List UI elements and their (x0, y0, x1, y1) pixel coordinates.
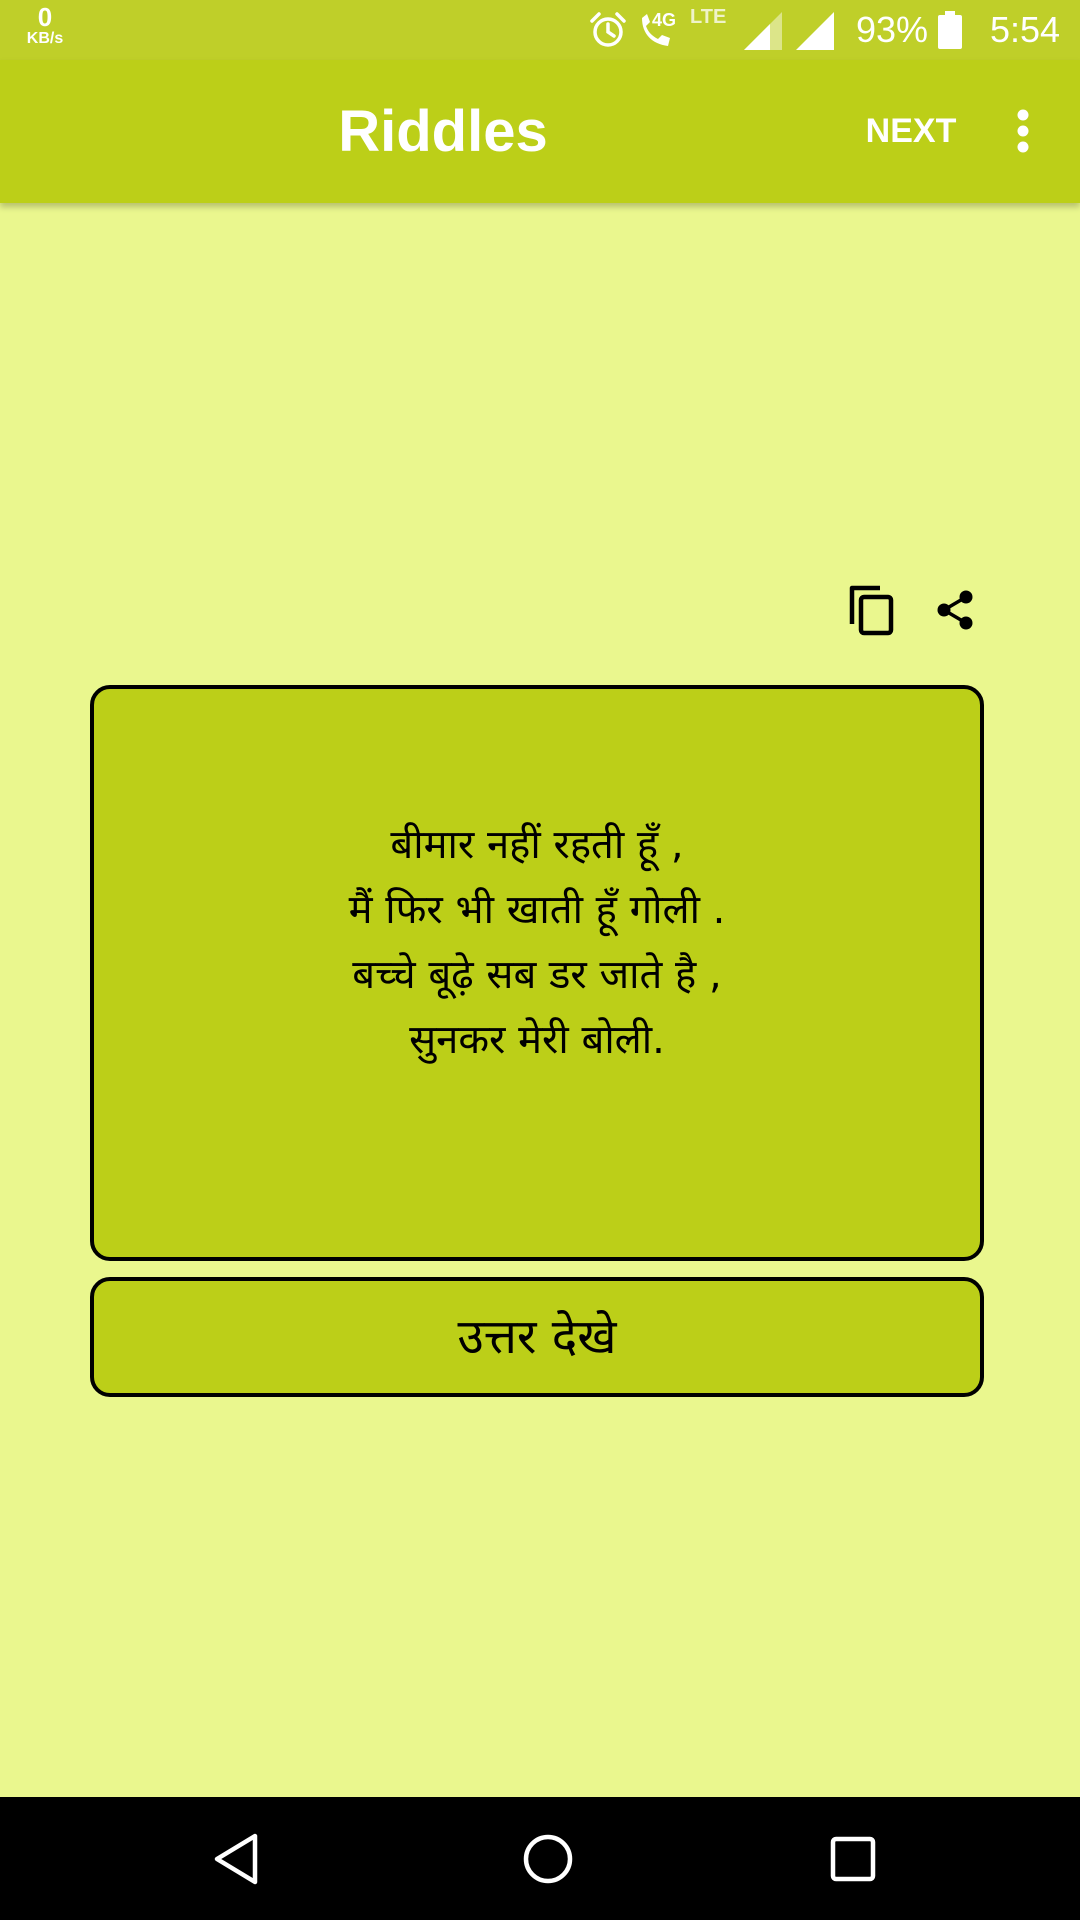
more-vert-icon (1017, 109, 1029, 153)
riddle-card: बीमार नहीं रहती हूँ , मैं फिर भी खाती हू… (90, 685, 984, 1261)
status-bar: 0 KB/s LTE 4G 93% 5:54 (0, 0, 1080, 60)
clock: 5:54 (990, 9, 1061, 50)
signal-icon (796, 12, 834, 50)
recents-icon (830, 1836, 876, 1882)
home-button[interactable] (508, 1819, 588, 1899)
share-icon (937, 590, 973, 630)
network-speed: 0 KB/s (22, 4, 68, 47)
network-speed-value: 0 (37, 2, 53, 32)
share-button[interactable] (930, 584, 980, 636)
network-badge: 4G (652, 10, 677, 30)
network-speed-unit: KB/s (26, 30, 64, 47)
copy-icon (849, 585, 894, 636)
app-title: Riddles (338, 99, 548, 164)
back-icon (214, 1833, 258, 1885)
riddle-line: मैं फिर भी खाती हूँ गोली . (348, 887, 726, 933)
riddle-line: बीमार नहीं रहती हूँ , (390, 822, 684, 868)
next-button[interactable]: NEXT (854, 98, 968, 164)
more-options-button[interactable] (996, 98, 1050, 164)
copy-button[interactable] (844, 580, 900, 640)
lte-label: LTE (690, 6, 727, 28)
riddle-text: बीमार नहीं रहती हूँ , मैं फिर भी खाती हू… (94, 813, 980, 1073)
alarm-icon (590, 12, 626, 47)
back-button[interactable] (196, 1819, 276, 1899)
app-bar: Riddles NEXT (0, 60, 1080, 203)
home-icon (523, 1834, 573, 1884)
navigation-bar (0, 1797, 1080, 1920)
show-answer-button[interactable]: उत्तर देखे (90, 1277, 984, 1397)
recents-button[interactable] (813, 1819, 893, 1899)
riddle-line: सुनकर मेरी बोली. (409, 1017, 665, 1063)
riddle-line: बच्चे बूढ़े सब डर जाते है , (352, 952, 722, 998)
battery-icon (938, 11, 962, 49)
signal-icon (744, 12, 782, 50)
battery-percent: 93% (856, 9, 929, 50)
